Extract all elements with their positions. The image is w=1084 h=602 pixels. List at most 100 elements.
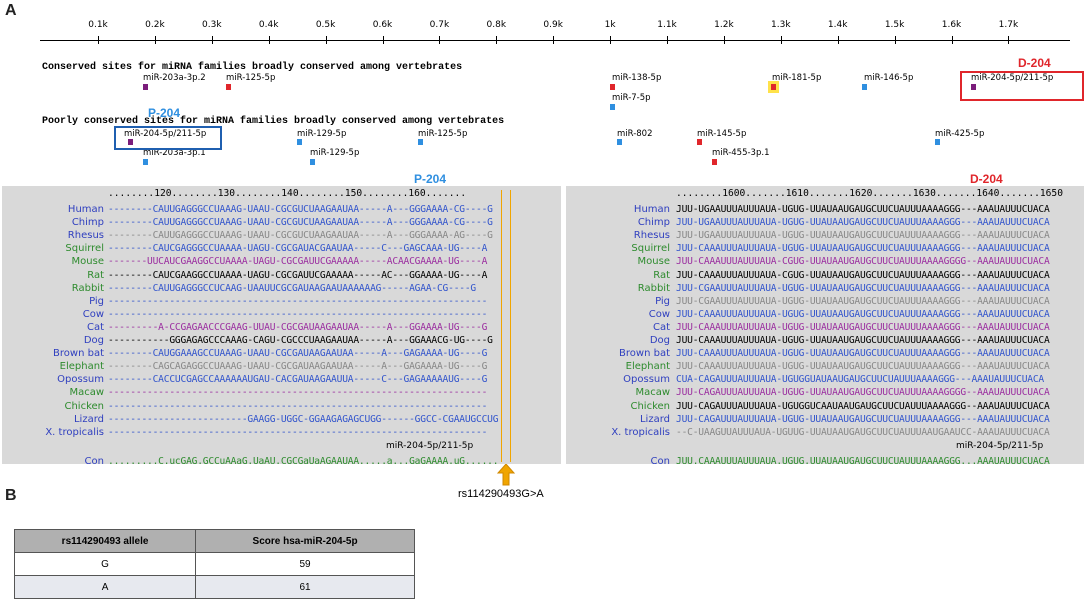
table-row: G 59 [13, 552, 415, 576]
species-name: Cow [648, 308, 670, 320]
sequence-row: JUU-CAAAUUUAUUUAUA-CGUG-UUAUAAUGAUGCUUCU… [676, 256, 1050, 268]
consensus-sequence: JUU.CAAAUUUAUUUAUA.UGUG.UUAUAAUGAUGCUUCU… [676, 455, 1050, 464]
site-label: miR-145-5p [697, 129, 747, 139]
sequence-row: --------CAUCGAAGGCCUAAAA-UAGU-CGCGAUUCGA… [108, 269, 488, 281]
species-name: Cat [86, 321, 104, 333]
sequence-row: --------CAUCGAGGGCCUAAAA-UAGU-CGCGAUACGA… [108, 243, 488, 255]
site-marker[interactable] [712, 159, 717, 165]
sequence-row: JUU-CGAAUUUAUUUAUA-UGUG-UUAUAAUGAUGCUUCU… [676, 282, 1050, 294]
ruler-tick-label: 0.9k [543, 20, 563, 30]
ruler-tick [154, 36, 156, 44]
site-label: miR-125-5p [226, 73, 276, 83]
panel-letter-a: A [5, 2, 17, 19]
species-name: Rabbit [637, 282, 670, 294]
site-label: miR-7-5p [612, 93, 651, 103]
sequence-row: JUU-CAAAUUUAUUUAUA-UGUG-UUAUAAUGAUGCUUCU… [676, 321, 1050, 333]
table-header-allele: rs114290493 allele [13, 529, 197, 553]
sequence-row: JUU-CAGAUUUAUUUAUA-UGUG-UUAUAAUGAUGCUUCU… [676, 387, 1050, 399]
ruler-tick [439, 36, 441, 44]
d204-label-top: D-204 [1018, 56, 1051, 70]
ruler-tick [382, 36, 384, 44]
site-marker[interactable] [935, 139, 940, 145]
sequence-row: ----------------------------------------… [108, 387, 488, 399]
ruler-tick-label: 1.3k [771, 20, 791, 30]
allele-cell: A [13, 575, 197, 599]
sequence-row: JUU-CAAAUUUAUUUAUA-UGUG-UUAUAAUGAUGCUUCU… [676, 335, 1050, 346]
site-marker[interactable] [610, 84, 615, 90]
site-marker[interactable] [610, 104, 615, 110]
sequence-row: ----------------------------------------… [108, 400, 488, 412]
conserved-sites-title: Conserved sites for miRNA families broad… [42, 62, 463, 73]
ruler-tick-label: 1k [604, 20, 616, 30]
poorly-conserved-sites-title: Poorly conserved sites for miRNA familie… [42, 116, 505, 127]
ruler-tick-label: 1.5k [884, 20, 905, 30]
species-name: Chicken [630, 400, 670, 412]
site-marker[interactable] [310, 159, 315, 165]
species-name: X. tropicalis [611, 426, 670, 438]
snp-arrow-icon [497, 464, 515, 486]
site-marker[interactable] [143, 84, 148, 90]
sequence-row: --------CACCUCGAGCCAAAAAAUGAU-CACGAUAAGA… [108, 374, 488, 386]
species-name: Rabbit [71, 282, 104, 294]
site-label: miR-425-5p [935, 129, 985, 139]
ruler-tick-label: 1.4k [827, 20, 848, 30]
ruler-tick-label: 0.6k [372, 20, 393, 30]
sequence-row: ----------------------------------------… [108, 426, 488, 438]
position-ruler: 0.1k 0.2k 0.3k 0.4k 0.5k 0.6k 0.7k 0.8k 0.9k 1k 1.… [40, 20, 1070, 44]
site-marker[interactable] [143, 159, 148, 165]
ruler-tick-label: 1.2k [714, 20, 734, 30]
site-marker[interactable] [617, 139, 622, 145]
ruler-tick-label: 0.1k [88, 20, 108, 30]
site-label: miR-203a-3p.2 [143, 73, 206, 83]
ruler-tick [325, 36, 327, 44]
sequence-row: ---------A-CCGAGAACCCGAAG-UUAU-CGCGAUAAG… [108, 321, 488, 333]
site-marker[interactable] [418, 139, 423, 145]
sequence-row: --------CAUUGAGGGCCUCAAG-UAAUUCGCGAUAAGA… [108, 282, 477, 294]
species-name: Opossum [57, 374, 104, 386]
mirna-binding-label: miR-204-5p/211-5p [956, 440, 1044, 451]
sequence-row: JUU-CAAAUUUAUUUAUA-UGUG-UUAUAAUGAUGCUUCU… [676, 243, 1050, 255]
site-marker[interactable] [226, 84, 231, 90]
sequence-row: -------------------------GAAGG-UGGC-GGAA… [108, 413, 499, 425]
sequence-row: -----------GGGAGAGCCCAAAG-CAGU-CGCCCUAAG… [108, 335, 493, 346]
allele-cell: G [13, 552, 197, 576]
species-name: Rat [87, 269, 104, 281]
ruler-tick [553, 36, 555, 44]
species-name: Cat [652, 321, 670, 333]
site-label: miR-146-5p [864, 73, 914, 83]
p204-label-top: P-204 [148, 106, 181, 120]
site-label: miR-129-5p [297, 129, 347, 139]
panel-letter-b: B [5, 487, 17, 504]
species-name: Chimp [637, 217, 670, 229]
site-marker[interactable] [297, 139, 302, 145]
ruler-tick [667, 36, 668, 44]
ruler-tick [951, 36, 953, 44]
species-name: Human [633, 204, 670, 215]
species-name: Mouse [71, 256, 104, 268]
sequence-row: --------CAUUGAGGGCCUAAAG-UAAU-CGCGUCUAAG… [108, 217, 493, 229]
site-label: miR-802 [617, 129, 653, 139]
consensus-label: Con [650, 455, 670, 464]
site-marker[interactable] [771, 84, 776, 90]
ruler-tick-label: 0.3k [202, 20, 222, 30]
sequence-row: JUU-CAGAUUUAUUUAUA-UGUG-UUAUAAUGAUGCUUCU… [676, 413, 1050, 425]
sequence-row: --------CAUUGAGGGCCUAAAG-UAAU-CGCGUCUAAG… [108, 204, 493, 215]
site-marker[interactable] [862, 84, 867, 90]
species-name: X. tropicalis [45, 426, 104, 438]
site-label: miR-455-3p.1 [712, 148, 770, 158]
species-name: Squirrel [631, 243, 670, 255]
alignment-panel-right: ........1600.......1610.......1620......… [566, 186, 1084, 464]
ruler-tick [723, 36, 725, 44]
snp-highlight-column [501, 190, 511, 462]
score-table: rs114290493 allele Score hsa-miR-204-5p … [13, 529, 415, 599]
ruler-tick-label: 1.1k [657, 20, 677, 30]
species-name: Elephant [625, 361, 670, 373]
ruler-tick [780, 36, 782, 44]
sequence-row: ----------------------------------------… [108, 295, 488, 307]
species-name: Dog [649, 335, 670, 346]
sequence-row: JUU-CAAAUUUAUUUAUA-UGUG-UUAUAAUGAUGCUUCU… [676, 348, 1050, 360]
ruler-tick-label: 0.7k [429, 20, 450, 30]
d204-highlight-box [960, 71, 1084, 101]
site-marker[interactable] [697, 139, 702, 145]
species-name: Lizard [73, 413, 104, 425]
